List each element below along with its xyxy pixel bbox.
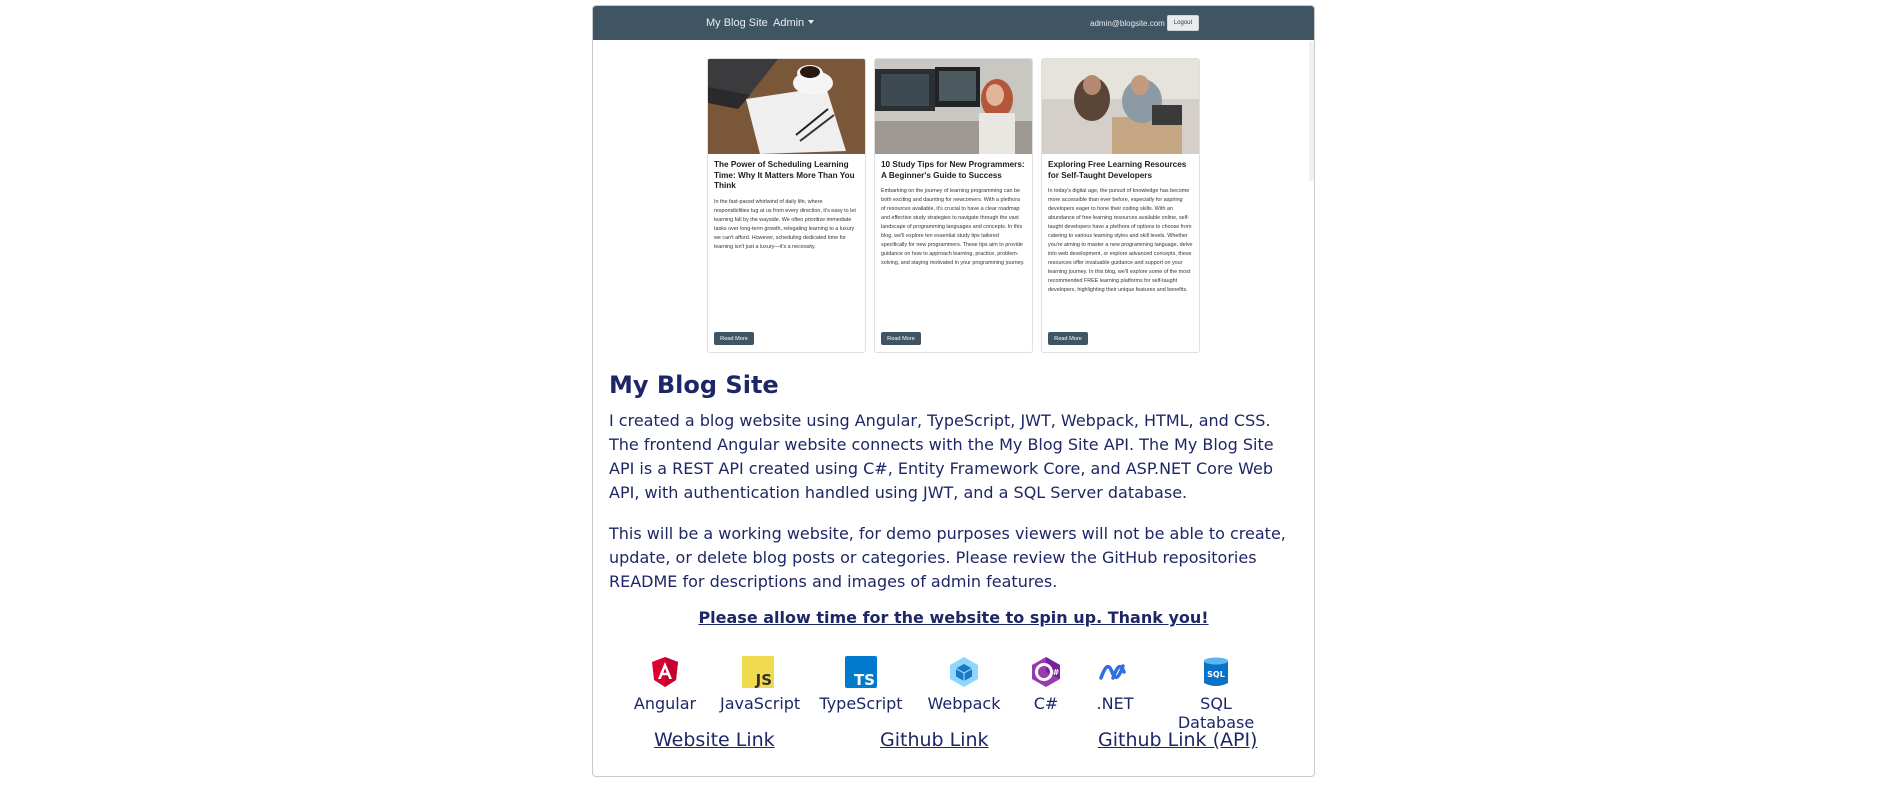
preview-admin-menu: Admin xyxy=(773,17,815,29)
svg-text:#: # xyxy=(1053,668,1060,677)
preview-logout-button: Logout xyxy=(1167,15,1199,31)
preview-user-email: admin@blogsite.com xyxy=(1090,19,1165,28)
blog-card: The Power of Scheduling Learning Time: W… xyxy=(707,58,866,353)
site-preview-screenshot: My Blog Site Admin admin@blogsite.com Lo… xyxy=(593,6,1314,357)
sql-database-icon: SQL xyxy=(1204,657,1228,686)
tech-label: .NET xyxy=(1096,694,1134,713)
chevron-down-icon xyxy=(808,20,815,24)
preview-navbar: My Blog Site Admin admin@blogsite.com Lo… xyxy=(593,6,1314,40)
tech-webpack: Webpack xyxy=(926,656,1002,713)
tech-label: TypeScript xyxy=(819,694,903,713)
programmer-desk-photo xyxy=(875,59,1032,154)
github-link[interactable]: Github Link xyxy=(880,729,989,751)
card-excerpt: In today's digital age, the pursuit of k… xyxy=(1048,188,1193,293)
webpack-icon xyxy=(950,657,978,687)
svg-text:JS: JS xyxy=(755,671,772,688)
tech-sql-database: SQL SQL Database xyxy=(1161,656,1271,732)
blog-card: Exploring Free Learning Resources for Se… xyxy=(1041,58,1200,353)
csharp-icon: # xyxy=(1032,657,1060,687)
project-demo-note: This will be a working website, for demo… xyxy=(609,524,1286,591)
card-title: The Power of Scheduling Learning Time: W… xyxy=(714,160,855,190)
card-excerpt: Embarking on the journey of learning pro… xyxy=(881,188,1025,266)
github-api-link[interactable]: Github Link (API) xyxy=(1098,729,1257,751)
students-studying-photo xyxy=(1042,59,1199,154)
read-more-button: Read More xyxy=(881,332,921,345)
tech-javascript: JS JavaScript xyxy=(720,656,800,713)
tech-label: SQL Database xyxy=(1177,694,1255,732)
tech-angular: Angular xyxy=(630,656,700,713)
tech-label: Angular xyxy=(633,694,697,713)
tech-label: JavaScript xyxy=(720,694,801,713)
angular-icon xyxy=(652,657,678,687)
svg-text:SQL: SQL xyxy=(1207,670,1225,679)
javascript-icon: JS xyxy=(742,656,774,688)
blog-card: 10 Study Tips for New Programmers: A Beg… xyxy=(874,58,1033,353)
svg-text:TS: TS xyxy=(854,671,875,688)
tech-label: C# xyxy=(1033,694,1059,713)
read-more-button: Read More xyxy=(1048,332,1088,345)
tech-label: Webpack xyxy=(927,694,1001,713)
website-link[interactable]: Website Link xyxy=(654,729,775,751)
read-more-button: Read More xyxy=(714,332,754,345)
card-title: 10 Study Tips for New Programmers: A Beg… xyxy=(881,160,1025,180)
spin-up-notice: Please allow time for the website to spi… xyxy=(698,608,1209,627)
card-title: Exploring Free Learning Resources for Se… xyxy=(1048,160,1187,180)
project-description: I created a blog website using Angular, … xyxy=(609,411,1274,502)
project-panel: My Blog Site Admin admin@blogsite.com Lo… xyxy=(592,5,1315,777)
typescript-icon: TS xyxy=(845,656,877,688)
preview-scrollbar xyxy=(1309,41,1314,181)
tech-dotnet: .NET xyxy=(1090,656,1140,713)
tech-csharp: # C# xyxy=(1024,656,1068,713)
card-excerpt: In the fast-paced whirlwind of daily lif… xyxy=(714,198,856,250)
tech-typescript: TS TypeScript xyxy=(819,656,903,713)
preview-brand: My Blog Site xyxy=(706,17,768,29)
dotnet-icon xyxy=(1099,664,1126,680)
laptop-notebook-photo xyxy=(708,59,865,154)
project-title: My Blog Site xyxy=(609,371,779,399)
